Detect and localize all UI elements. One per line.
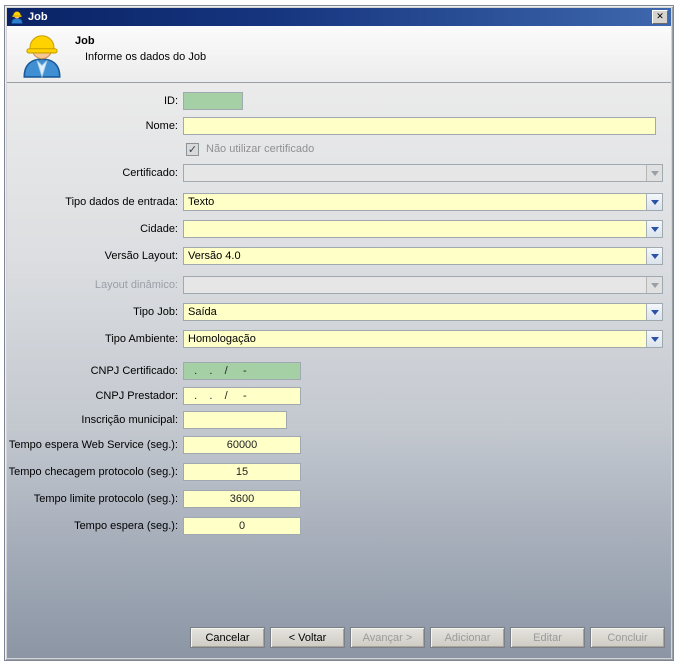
tipo-job-value: Saída bbox=[184, 304, 646, 320]
tempo-espera-web-service-input[interactable] bbox=[183, 436, 301, 454]
chevron-down-icon bbox=[646, 277, 662, 293]
chevron-down-icon[interactable] bbox=[646, 194, 662, 210]
close-button[interactable]: ✕ bbox=[652, 10, 668, 24]
header: Job Informe os dados do Job bbox=[7, 26, 671, 83]
layout-dinamico-value bbox=[184, 277, 646, 293]
field-tempo-limite-protocolo: Tempo limite protocolo (seg.): bbox=[7, 490, 671, 508]
field-inscricao-municipal: Inscrição municipal: bbox=[7, 411, 671, 429]
field-tipo-job: Tipo Job: Saída bbox=[7, 303, 671, 321]
window-icon bbox=[10, 10, 24, 24]
job-dialog: Job ✕ Job Informe os dados do Job ID: bbox=[4, 5, 674, 661]
tipo-ambiente-value: Homologação bbox=[184, 331, 646, 347]
close-icon: ✕ bbox=[656, 12, 664, 22]
tempo-checagem-protocolo-input[interactable] bbox=[183, 463, 301, 481]
certificado-value bbox=[184, 165, 646, 181]
field-nao-utilizar-certificado: ✓ Não utilizar certificado bbox=[7, 142, 671, 160]
field-tempo-espera: Tempo espera (seg.): bbox=[7, 517, 671, 535]
field-cidade: Cidade: bbox=[7, 220, 671, 238]
field-cnpj-prestador: CNPJ Prestador: bbox=[7, 387, 671, 405]
cnpj-prestador-input[interactable] bbox=[183, 387, 301, 405]
cidade-value bbox=[184, 221, 646, 237]
tipo-job-label: Tipo Job: bbox=[7, 303, 178, 321]
worker-icon bbox=[18, 30, 66, 78]
field-tempo-checagem-protocolo: Tempo checagem protocolo (seg.): bbox=[7, 463, 671, 481]
field-tempo-espera-web-service: Tempo espera Web Service (seg.): bbox=[7, 436, 671, 454]
tempo-checagem-protocolo-label: Tempo checagem protocolo (seg.): bbox=[7, 463, 178, 481]
field-id: ID: bbox=[7, 92, 671, 110]
tipo-ambiente-combobox[interactable]: Homologação bbox=[183, 330, 663, 348]
versao-layout-label: Versão Layout: bbox=[7, 247, 178, 265]
cnpj-certificado-label: CNPJ Certificado: bbox=[7, 362, 178, 380]
page: Job ✕ Job Informe os dados do Job ID: bbox=[0, 0, 678, 666]
tempo-limite-protocolo-label: Tempo limite protocolo (seg.): bbox=[7, 490, 178, 508]
id-label: ID: bbox=[7, 92, 178, 110]
chevron-down-icon bbox=[646, 165, 662, 181]
tempo-espera-label: Tempo espera (seg.): bbox=[7, 517, 178, 535]
button-bar: Cancelar < Voltar Avançar > Adicionar Ed… bbox=[190, 627, 665, 648]
chevron-down-icon[interactable] bbox=[646, 331, 662, 347]
header-subtitle: Informe os dados do Job bbox=[85, 51, 206, 63]
nao-utilizar-certificado-label: Não utilizar certificado bbox=[206, 142, 314, 157]
inscricao-municipal-input[interactable] bbox=[183, 411, 287, 429]
tipo-dados-entrada-value: Texto bbox=[184, 194, 646, 210]
nome-input[interactable] bbox=[183, 117, 656, 135]
nao-utilizar-certificado-checkbox: ✓ bbox=[186, 143, 199, 156]
avancar-button: Avançar > bbox=[350, 627, 425, 648]
field-layout-dinamico: Layout dinâmico: bbox=[7, 276, 671, 294]
concluir-button: Concluir bbox=[590, 627, 665, 648]
form-panel: ID: Nome: ✓ Não utilizar certificado Cer… bbox=[7, 83, 671, 658]
inscricao-municipal-label: Inscrição municipal: bbox=[7, 411, 178, 429]
tempo-limite-protocolo-input[interactable] bbox=[183, 490, 301, 508]
chevron-down-icon[interactable] bbox=[646, 221, 662, 237]
titlebar[interactable]: Job ✕ bbox=[7, 8, 671, 26]
chevron-down-icon[interactable] bbox=[646, 248, 662, 264]
tempo-espera-input[interactable] bbox=[183, 517, 301, 535]
tipo-dados-entrada-label: Tipo dados de entrada: bbox=[7, 193, 178, 211]
cnpj-prestador-label: CNPJ Prestador: bbox=[7, 387, 178, 405]
cancelar-button[interactable]: Cancelar bbox=[190, 627, 265, 648]
field-tipo-ambiente: Tipo Ambiente: Homologação bbox=[7, 330, 671, 348]
tipo-ambiente-label: Tipo Ambiente: bbox=[7, 330, 178, 348]
field-cnpj-certificado: CNPJ Certificado: bbox=[7, 362, 671, 380]
nome-label: Nome: bbox=[7, 117, 178, 135]
check-icon: ✓ bbox=[188, 144, 197, 155]
field-nome: Nome: bbox=[7, 117, 671, 135]
tempo-espera-web-service-label: Tempo espera Web Service (seg.): bbox=[7, 436, 178, 454]
tipo-job-combobox[interactable]: Saída bbox=[183, 303, 663, 321]
window-title: Job bbox=[28, 11, 652, 23]
id-input bbox=[183, 92, 243, 110]
certificado-combobox bbox=[183, 164, 663, 182]
versao-layout-value: Versão 4.0 bbox=[184, 248, 646, 264]
voltar-button[interactable]: < Voltar bbox=[270, 627, 345, 648]
cidade-label: Cidade: bbox=[7, 220, 178, 238]
adicionar-button: Adicionar bbox=[430, 627, 505, 648]
field-tipo-dados-entrada: Tipo dados de entrada: Texto bbox=[7, 193, 671, 211]
cidade-combobox[interactable] bbox=[183, 220, 663, 238]
chevron-down-icon[interactable] bbox=[646, 304, 662, 320]
tipo-dados-entrada-combobox[interactable]: Texto bbox=[183, 193, 663, 211]
header-title: Job bbox=[75, 35, 95, 47]
cnpj-certificado-input bbox=[183, 362, 301, 380]
certificado-label: Certificado: bbox=[7, 164, 178, 182]
layout-dinamico-combobox bbox=[183, 276, 663, 294]
versao-layout-combobox[interactable]: Versão 4.0 bbox=[183, 247, 663, 265]
field-versao-layout: Versão Layout: Versão 4.0 bbox=[7, 247, 671, 265]
layout-dinamico-label: Layout dinâmico: bbox=[7, 276, 178, 294]
field-certificado: Certificado: bbox=[7, 164, 671, 182]
editar-button: Editar bbox=[510, 627, 585, 648]
